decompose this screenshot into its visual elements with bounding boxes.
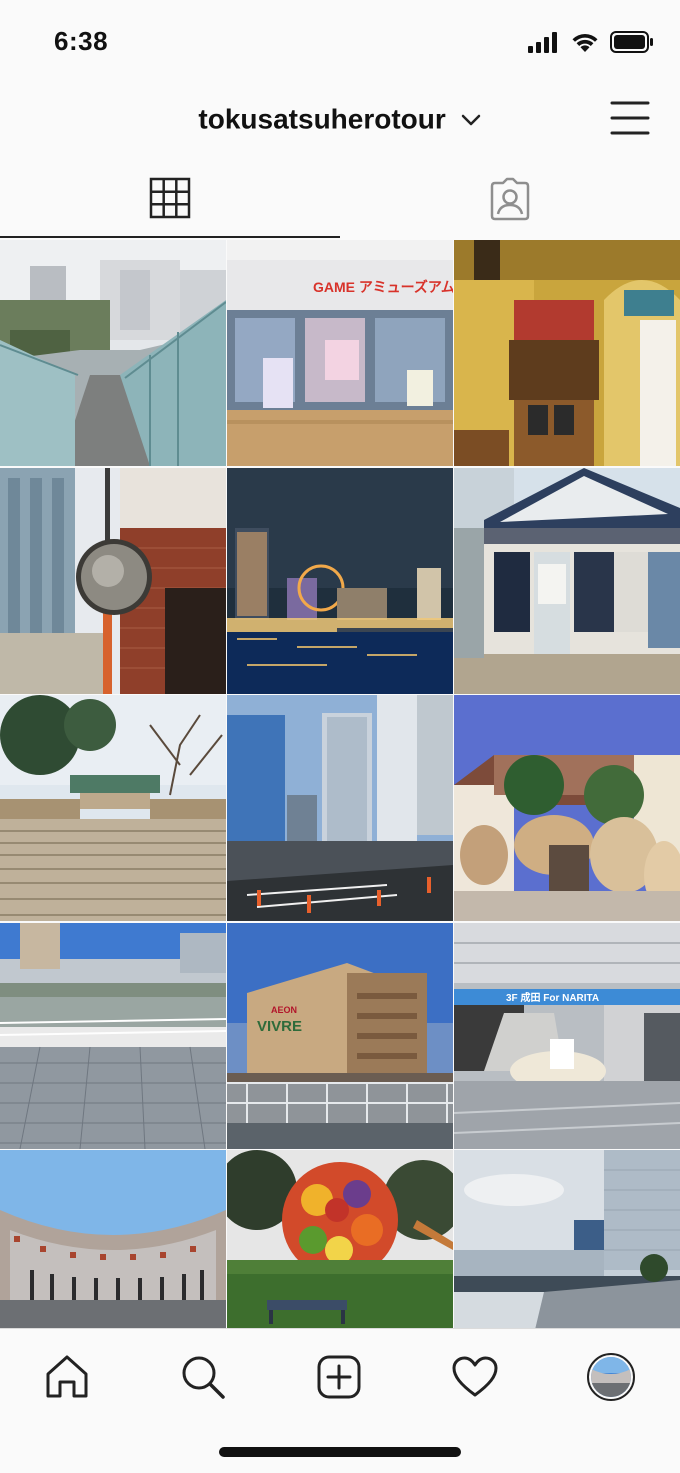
post-thumbnail[interactable] bbox=[0, 1150, 226, 1328]
hamburger-menu-icon[interactable] bbox=[610, 100, 650, 136]
tab-tagged[interactable] bbox=[340, 160, 680, 238]
nav-home[interactable] bbox=[39, 1349, 95, 1405]
narita-sign: 3F 成田 For NARITA bbox=[506, 991, 599, 1004]
post-thumbnail[interactable] bbox=[227, 695, 453, 921]
post-thumbnail[interactable]: 3F 成田 For NARITA bbox=[454, 922, 680, 1149]
post-image bbox=[227, 1150, 453, 1328]
cellular-signal-icon bbox=[528, 32, 557, 53]
post-image bbox=[227, 695, 453, 921]
game-store-sign: GAME アミューズアム bbox=[313, 279, 453, 295]
post-thumbnail[interactable] bbox=[0, 922, 226, 1149]
post-image bbox=[0, 1150, 226, 1328]
nav-new-post[interactable] bbox=[311, 1349, 367, 1405]
post-image bbox=[454, 467, 680, 694]
home-indicator[interactable] bbox=[219, 1447, 461, 1457]
post-thumbnail[interactable] bbox=[0, 695, 226, 921]
post-image: AEON VIVRE bbox=[227, 922, 453, 1149]
post-image bbox=[227, 467, 453, 694]
tab-posts-grid[interactable] bbox=[0, 160, 340, 238]
search-icon bbox=[182, 1356, 225, 1399]
nav-profile[interactable] bbox=[583, 1349, 639, 1405]
status-bar: 6:38 bbox=[0, 0, 680, 84]
post-grid: GAME アミューズアム AEON VIVRE 3F 成田 For NARITA bbox=[0, 240, 680, 1328]
post-image: 3F 成田 For NARITA bbox=[454, 922, 680, 1149]
profile-avatar bbox=[587, 1353, 635, 1401]
nav-search[interactable] bbox=[175, 1349, 231, 1405]
post-thumbnail[interactable] bbox=[227, 467, 453, 694]
post-thumbnail[interactable]: GAME アミューズアム bbox=[227, 240, 453, 466]
tagged-person-icon bbox=[490, 177, 530, 221]
status-icons bbox=[528, 30, 654, 54]
post-thumbnail[interactable] bbox=[0, 467, 226, 694]
post-image bbox=[454, 240, 680, 466]
post-thumbnail[interactable] bbox=[227, 1150, 453, 1328]
vivre-sign: VIVRE bbox=[257, 1018, 302, 1035]
post-image bbox=[454, 695, 680, 921]
chevron-down-icon[interactable] bbox=[460, 113, 482, 127]
account-switcher[interactable]: tokusatsuherotour bbox=[0, 102, 680, 136]
post-thumbnail[interactable] bbox=[454, 240, 680, 466]
post-image bbox=[454, 1150, 680, 1328]
profile-username[interactable]: tokusatsuherotour bbox=[198, 104, 445, 135]
avatar-image bbox=[591, 1357, 631, 1397]
activity-heart-icon bbox=[452, 1356, 498, 1397]
post-image bbox=[0, 467, 226, 694]
grid-icon bbox=[149, 177, 191, 219]
post-image: GAME アミューズアム bbox=[227, 240, 453, 466]
post-thumbnail[interactable]: AEON VIVRE bbox=[227, 922, 453, 1149]
post-thumbnail[interactable] bbox=[454, 1150, 680, 1328]
status-time: 6:38 bbox=[54, 26, 109, 56]
home-icon bbox=[46, 1355, 88, 1398]
wifi-icon bbox=[572, 33, 598, 52]
post-thumbnail[interactable] bbox=[454, 467, 680, 694]
post-image bbox=[0, 695, 226, 921]
aeon-sign: AEON bbox=[271, 1005, 297, 1015]
post-thumbnail[interactable] bbox=[0, 240, 226, 466]
profile-tabs bbox=[0, 160, 680, 240]
new-post-icon bbox=[317, 1355, 361, 1399]
post-image bbox=[0, 922, 226, 1149]
post-thumbnail[interactable] bbox=[454, 695, 680, 921]
post-image bbox=[0, 240, 226, 466]
nav-activity[interactable] bbox=[447, 1349, 503, 1405]
profile-header: tokusatsuherotour bbox=[0, 84, 680, 160]
battery-icon bbox=[610, 31, 653, 53]
